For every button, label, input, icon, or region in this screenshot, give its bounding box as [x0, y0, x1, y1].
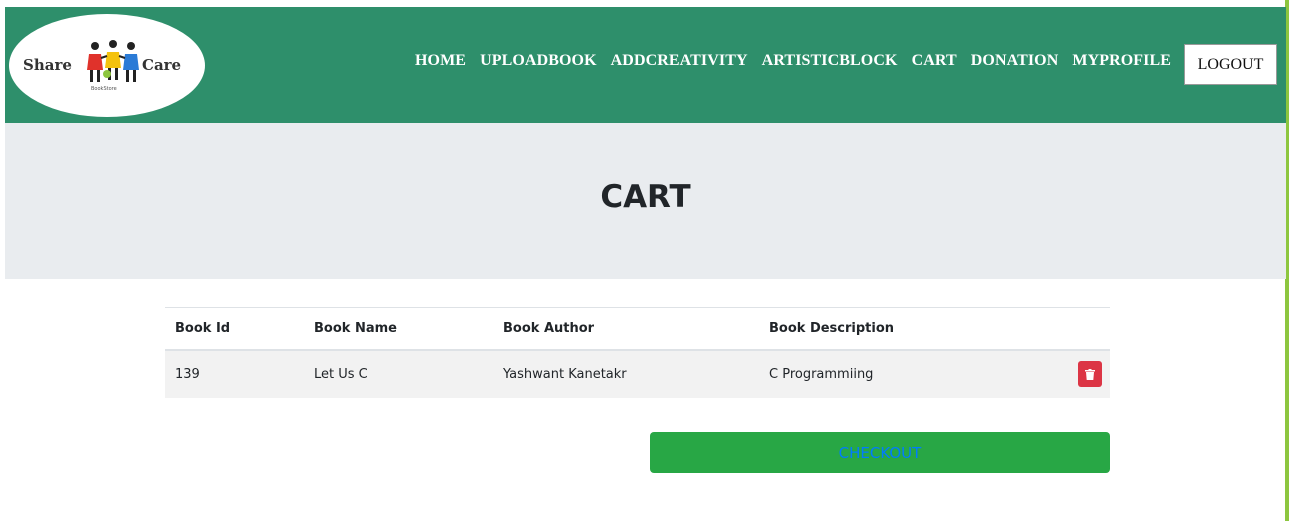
cell-book-author: Yashwant Kanetakr: [503, 366, 627, 382]
cell-book-name: Let Us C: [314, 366, 368, 382]
nav-home[interactable]: HOME: [415, 52, 466, 70]
table-header-row: Book Id Book Name Book Author Book Descr…: [165, 307, 1110, 350]
nav-donation[interactable]: DONATION: [971, 52, 1059, 70]
nav-uploadbook[interactable]: UPLOADBOOK: [480, 52, 597, 70]
nav-myprofile[interactable]: MYPROFILE: [1072, 52, 1171, 70]
cell-book-description: C Programmiing: [769, 366, 874, 382]
page-title: CART: [600, 179, 691, 215]
logo-share-text: Share: [23, 56, 72, 74]
cart-table: Book Id Book Name Book Author Book Descr…: [165, 307, 1110, 398]
nav-cart[interactable]: CART: [912, 52, 957, 70]
column-header-book-name: Book Name: [314, 320, 397, 336]
navbar: Share Care BookStore HOME UPLOADBOOK ADD…: [5, 7, 1286, 123]
hero-banner: CART: [5, 123, 1286, 279]
checkout-button[interactable]: CHECKOUT: [650, 432, 1110, 473]
column-header-book-description: Book Description: [769, 320, 895, 336]
column-header-book-id: Book Id: [175, 320, 231, 336]
column-header-actions: [1013, 308, 1110, 350]
logo-care-text: Care: [142, 56, 182, 74]
cell-book-id: 139: [175, 366, 200, 382]
cell-actions: [1013, 350, 1110, 398]
nav-addcreativity[interactable]: ADDCREATIVITY: [611, 52, 748, 70]
column-header-book-author: Book Author: [503, 320, 595, 336]
logo[interactable]: Share Care BookStore: [9, 14, 205, 117]
delete-button[interactable]: [1078, 361, 1102, 387]
logo-subtitle: BookStore: [91, 86, 117, 92]
logout-button[interactable]: LOGOUT: [1184, 44, 1277, 85]
trash-icon: [1085, 368, 1095, 380]
nav-artisticblock[interactable]: ARTISTICBLOCK: [762, 52, 898, 70]
nav-links: HOME UPLOADBOOK ADDCREATIVITY ARTISTICBL…: [415, 52, 1171, 70]
people-icon: [87, 40, 139, 82]
table-row: 139 Let Us C Yashwant Kanetakr C Program…: [165, 349, 1110, 398]
